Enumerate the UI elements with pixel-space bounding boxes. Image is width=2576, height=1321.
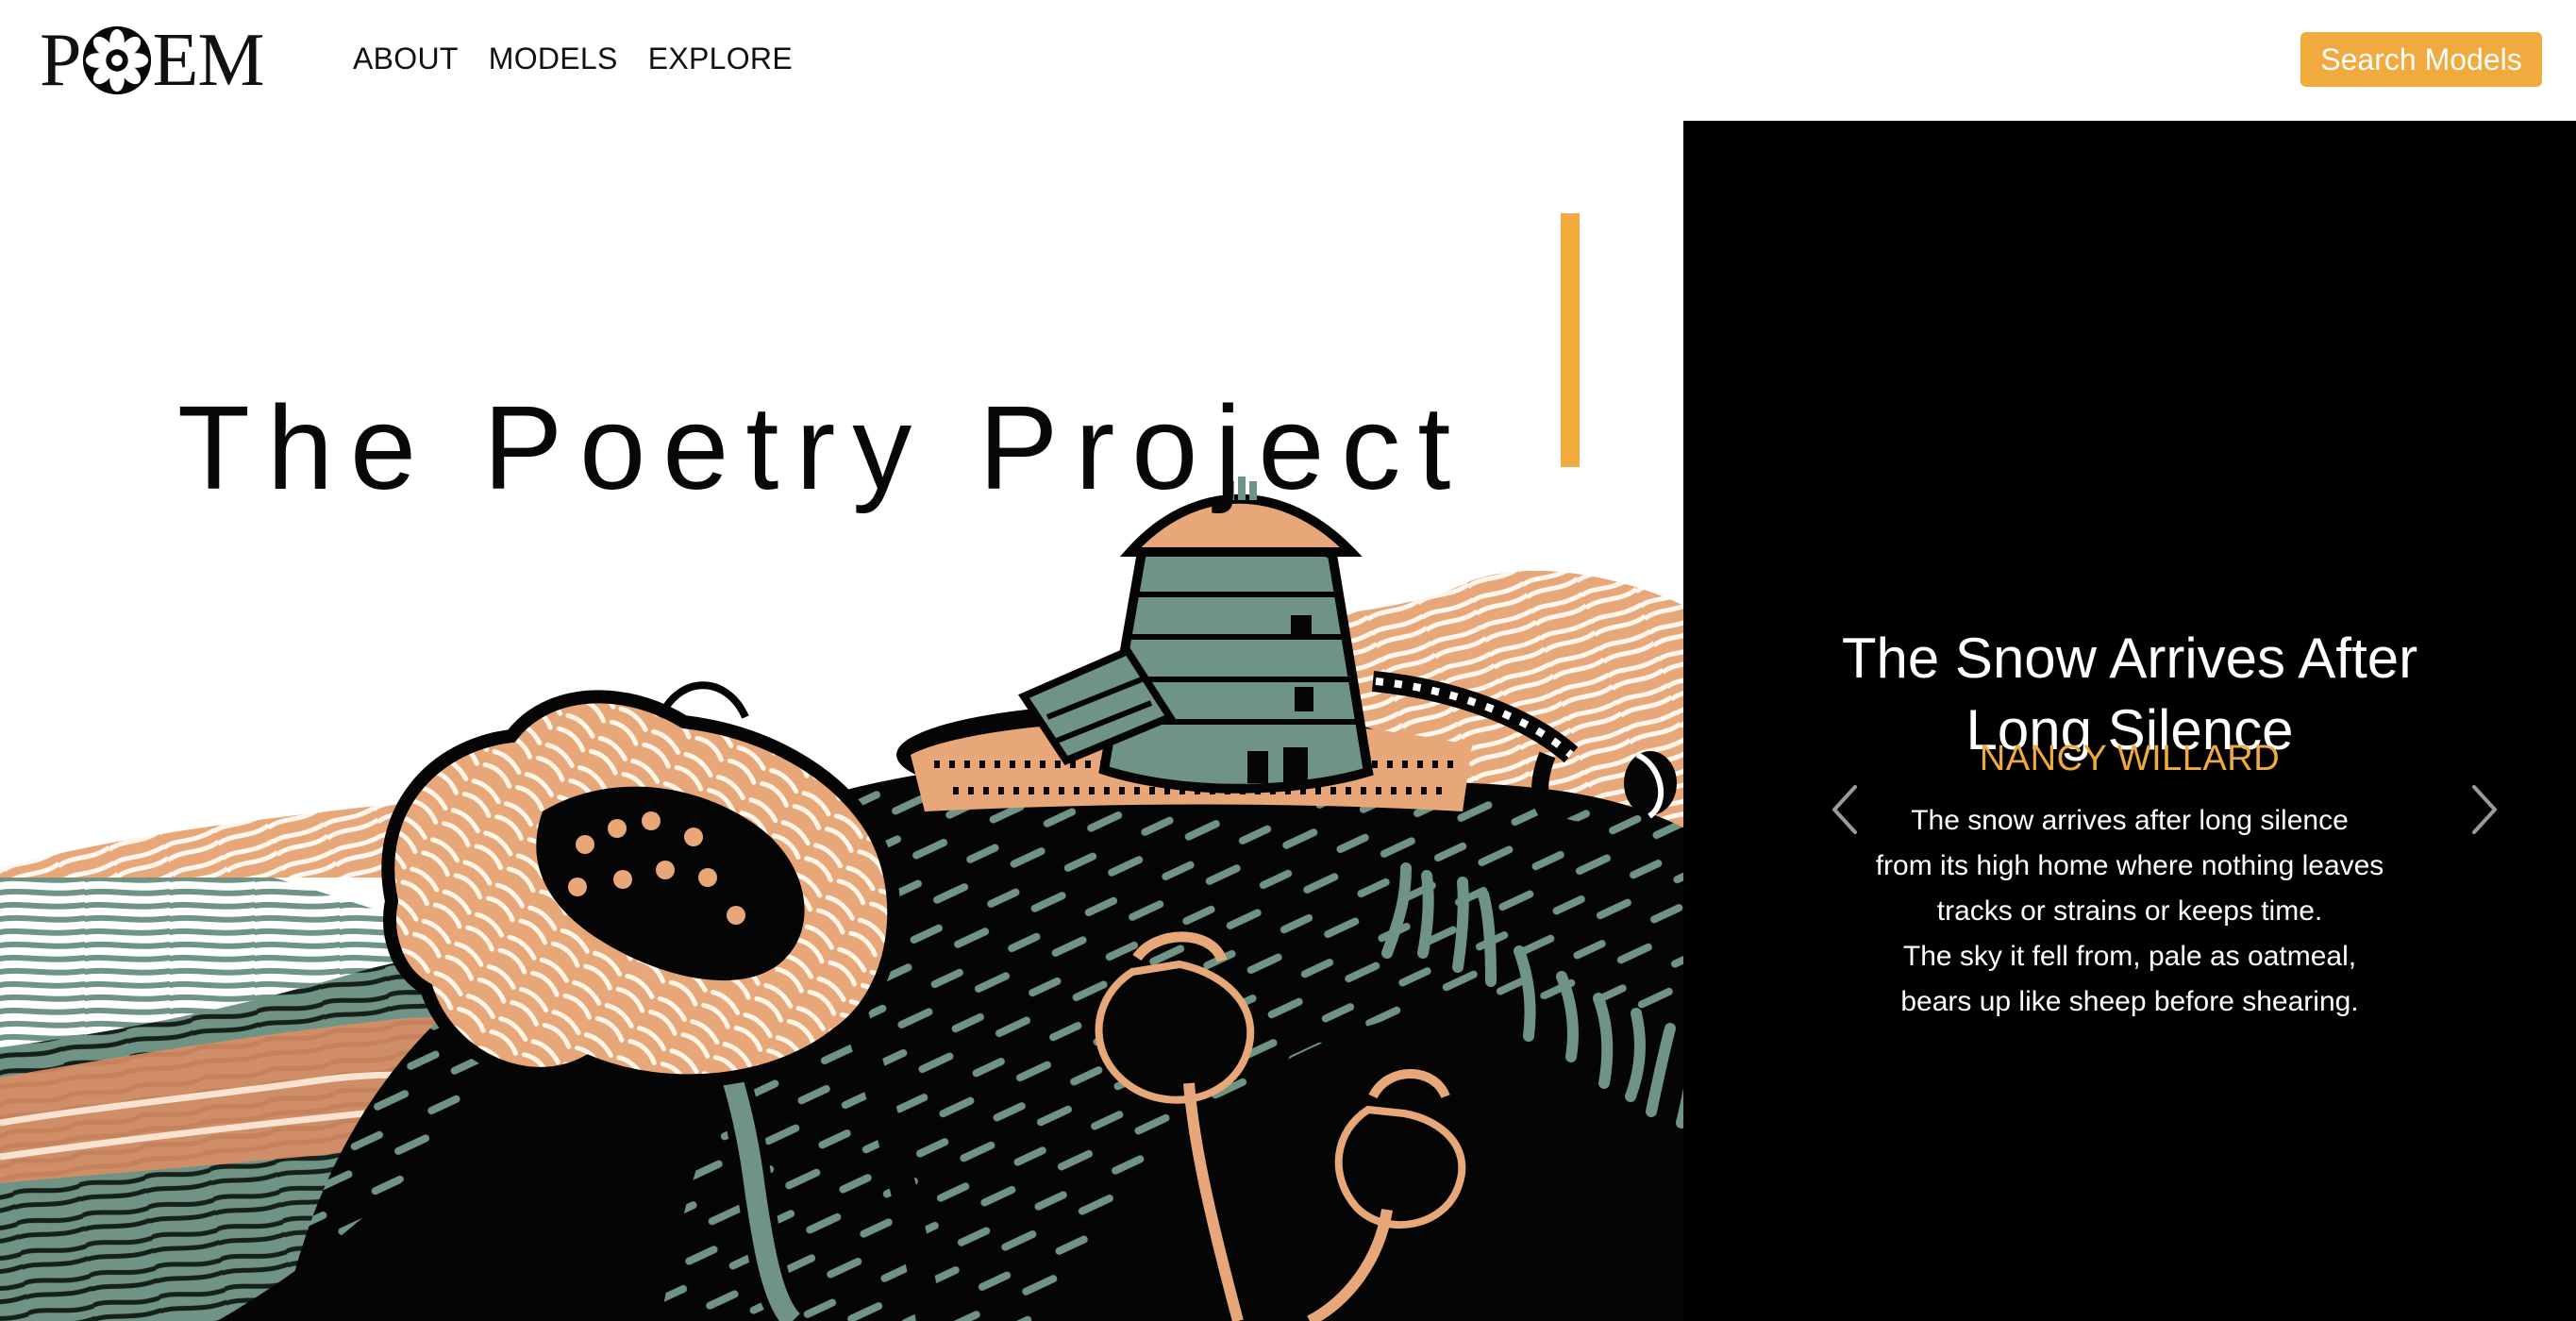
carousel-next-button[interactable] (2459, 781, 2508, 838)
page-title: The Poetry Project (177, 381, 1468, 515)
featured-poem-card: The Snow Arrives After Long Silence NANC… (1683, 121, 2576, 1321)
hero-accent-bar (1561, 213, 1580, 467)
poem-excerpt: The snow arrives after long silence from… (1825, 798, 2434, 1025)
poetry-project-home: P EM ABOUT MODELS EXPLORE Search Models … (0, 0, 2576, 1321)
logo-suffix: EM (152, 19, 265, 102)
poem-author: NANCY WILLARD (1979, 739, 2281, 778)
chevron-left-icon (1832, 785, 1857, 834)
flower-rosette-icon (82, 25, 151, 95)
nav-explore-link[interactable]: EXPLORE (648, 42, 793, 76)
carousel-previous-button[interactable] (1821, 781, 1870, 838)
main-navigation: ABOUT MODELS EXPLORE (353, 42, 793, 76)
search-models-button[interactable]: Search Models (2300, 32, 2542, 87)
poem-line: from its high home where nothing leaves (1875, 850, 2384, 881)
poem-line: The snow arrives after long silence (1911, 805, 2349, 836)
chevron-right-icon (2472, 785, 2497, 834)
site-header: P EM ABOUT MODELS EXPLORE Search Models (0, 0, 2576, 123)
nav-about-link[interactable]: ABOUT (353, 42, 459, 76)
poem-logo[interactable]: P EM (40, 23, 294, 98)
poem-title-line1: The Snow Arrives After (1841, 626, 2418, 690)
nav-models-link[interactable]: MODELS (489, 42, 618, 76)
poem-line: tracks or strains or keeps time. (1936, 895, 2323, 927)
poem-line: bears up like sheep before shearing. (1900, 986, 2359, 1017)
poem-line: The sky it fell from, pale as oatmeal, (1902, 941, 2357, 972)
logo-prefix: P (40, 19, 81, 102)
